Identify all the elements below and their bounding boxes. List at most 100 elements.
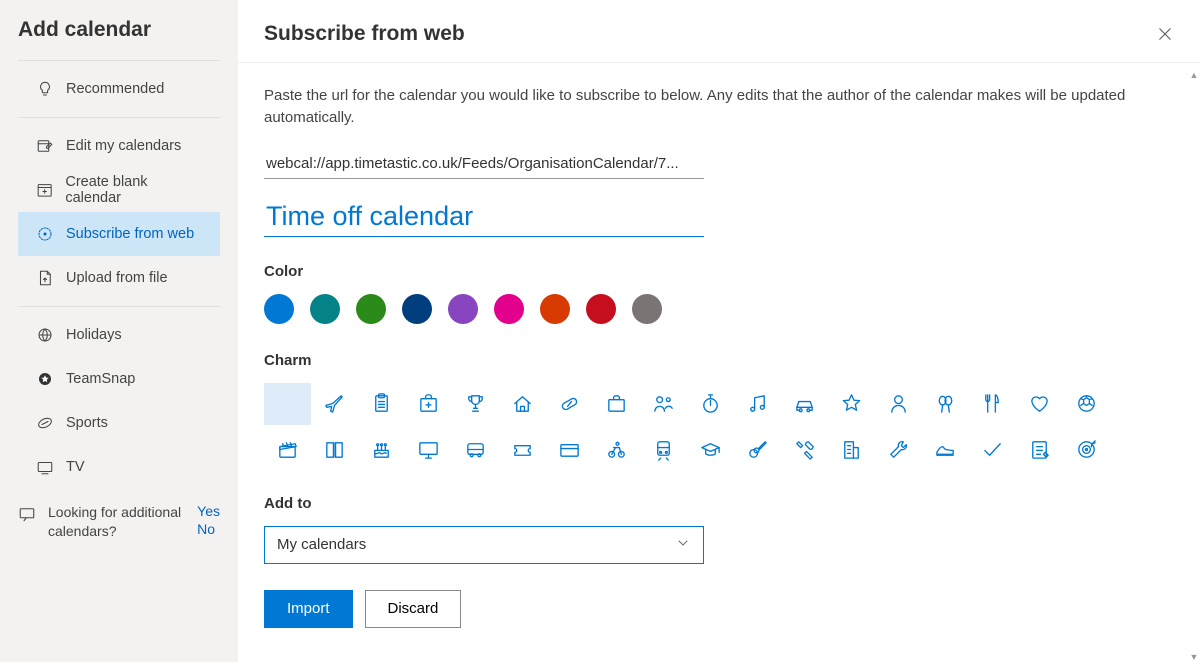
color-row	[264, 294, 1174, 324]
charm-tools-icon[interactable]	[781, 429, 828, 471]
color-swatch-6[interactable]	[540, 294, 570, 324]
button-row: Import Discard	[264, 590, 1174, 628]
color-swatch-2[interactable]	[356, 294, 386, 324]
charm-person-icon[interactable]	[875, 383, 922, 425]
sidebar-item-recommended[interactable]: Recommended	[18, 67, 220, 111]
sidebar-item-label: Sports	[66, 415, 108, 431]
charm-ticket-icon[interactable]	[499, 429, 546, 471]
charm-balloons-icon[interactable]	[922, 383, 969, 425]
calendar-url-input[interactable]	[264, 151, 704, 179]
color-swatch-4[interactable]	[448, 294, 478, 324]
teamsnap-icon	[36, 370, 54, 388]
charm-bicycle-icon[interactable]	[593, 429, 640, 471]
charm-soccer-icon[interactable]	[1063, 383, 1110, 425]
sidebar-item-label: TV	[66, 459, 85, 475]
feedback-icon	[18, 505, 36, 523]
charm-people-icon[interactable]	[640, 383, 687, 425]
sidebar-item-label: Recommended	[66, 81, 164, 97]
sidebar-item-label: Edit my calendars	[66, 138, 181, 154]
charm-building-icon[interactable]	[828, 429, 875, 471]
charm-checkmark-icon[interactable]	[969, 429, 1016, 471]
sidebar-title: Add calendar	[0, 18, 238, 60]
sidebar-item-holidays[interactable]: Holidays	[18, 313, 220, 357]
charm-none-icon[interactable]	[264, 383, 311, 425]
main-header: Subscribe from web	[238, 0, 1200, 63]
sidebar-group-3: Holidays TeamSnap Sports TV	[18, 306, 220, 495]
charm-music-note-icon[interactable]	[734, 383, 781, 425]
charm-heart-icon[interactable]	[1016, 383, 1063, 425]
main-body: Paste the url for the calendar you would…	[238, 63, 1200, 662]
charm-pill-icon[interactable]	[546, 383, 593, 425]
sidebar: Add calendar Recommended Edit my calenda…	[0, 0, 238, 662]
upload-file-icon	[36, 269, 54, 287]
color-swatch-0[interactable]	[264, 294, 294, 324]
import-button[interactable]: Import	[264, 590, 353, 628]
sidebar-item-tv[interactable]: TV	[18, 445, 220, 489]
color-label: Color	[264, 263, 1174, 280]
scroll-up-icon: ▲	[1190, 70, 1199, 80]
sidebar-group-2: Edit my calendars Create blank calendar …	[18, 117, 220, 306]
feedback-yes-link[interactable]: Yes	[197, 503, 220, 519]
instructions-text: Paste the url for the calendar you would…	[264, 85, 1164, 129]
edit-calendar-icon	[36, 137, 54, 155]
sidebar-feedback: Looking for additional calendars? Yes No	[0, 495, 238, 541]
main-panel: Subscribe from web ▲ ▼ Paste the url for…	[238, 0, 1200, 662]
sidebar-item-label: Upload from file	[66, 270, 168, 286]
sports-icon	[36, 414, 54, 432]
color-swatch-3[interactable]	[402, 294, 432, 324]
charm-label: Charm	[264, 352, 1174, 369]
sidebar-item-label: Holidays	[66, 327, 122, 343]
color-swatch-7[interactable]	[586, 294, 616, 324]
feedback-no-link[interactable]: No	[197, 521, 220, 537]
web-calendar-icon	[36, 225, 54, 243]
calendar-name-input[interactable]	[264, 199, 704, 237]
charm-notepad-icon[interactable]	[1016, 429, 1063, 471]
charm-grid	[264, 383, 1164, 471]
color-swatch-1[interactable]	[310, 294, 340, 324]
add-calendar-icon	[36, 181, 53, 199]
charm-first-aid-icon[interactable]	[405, 383, 452, 425]
color-swatch-5[interactable]	[494, 294, 524, 324]
addto-dropdown[interactable]: My calendars	[264, 526, 704, 564]
charm-target-icon[interactable]	[1063, 429, 1110, 471]
lightbulb-icon	[36, 80, 54, 98]
charm-car-icon[interactable]	[781, 383, 828, 425]
charm-graduation-icon[interactable]	[687, 429, 734, 471]
charm-bus-icon[interactable]	[452, 429, 499, 471]
sidebar-item-label: TeamSnap	[66, 371, 135, 387]
charm-running-shoe-icon[interactable]	[922, 429, 969, 471]
sidebar-item-teamsnap[interactable]: TeamSnap	[18, 357, 220, 401]
charm-briefcase-icon[interactable]	[593, 383, 640, 425]
addto-selected-value: My calendars	[277, 536, 366, 553]
sidebar-item-create-blank[interactable]: Create blank calendar	[18, 168, 220, 212]
globe-icon	[36, 326, 54, 344]
discard-button[interactable]: Discard	[365, 590, 462, 628]
tv-icon	[36, 458, 54, 476]
addto-label: Add to	[264, 495, 1174, 512]
charm-guitar-icon[interactable]	[734, 429, 781, 471]
charm-monitor-icon[interactable]	[405, 429, 452, 471]
sidebar-item-subscribe-web[interactable]: Subscribe from web	[18, 212, 220, 256]
sidebar-item-label: Subscribe from web	[66, 226, 194, 242]
charm-credit-card-icon[interactable]	[546, 429, 593, 471]
charm-house-icon[interactable]	[499, 383, 546, 425]
charm-stopwatch-icon[interactable]	[687, 383, 734, 425]
sidebar-item-upload-file[interactable]: Upload from file	[18, 256, 220, 300]
charm-star-icon[interactable]	[828, 383, 875, 425]
charm-clipboard-icon[interactable]	[358, 383, 405, 425]
sidebar-item-label: Create blank calendar	[65, 174, 202, 206]
charm-cake-icon[interactable]	[358, 429, 405, 471]
sidebar-item-edit-calendars[interactable]: Edit my calendars	[18, 124, 220, 168]
close-button[interactable]	[1156, 25, 1174, 43]
charm-utensils-icon[interactable]	[969, 383, 1016, 425]
charm-airplane-icon[interactable]	[311, 383, 358, 425]
color-swatch-8[interactable]	[632, 294, 662, 324]
charm-book-icon[interactable]	[311, 429, 358, 471]
feedback-text: Looking for additional calendars?	[48, 503, 185, 541]
charm-train-icon[interactable]	[640, 429, 687, 471]
scrollbar[interactable]: ▲ ▼	[1188, 70, 1200, 662]
charm-trophy-icon[interactable]	[452, 383, 499, 425]
charm-clapperboard-icon[interactable]	[264, 429, 311, 471]
sidebar-item-sports[interactable]: Sports	[18, 401, 220, 445]
charm-wrench-icon[interactable]	[875, 429, 922, 471]
